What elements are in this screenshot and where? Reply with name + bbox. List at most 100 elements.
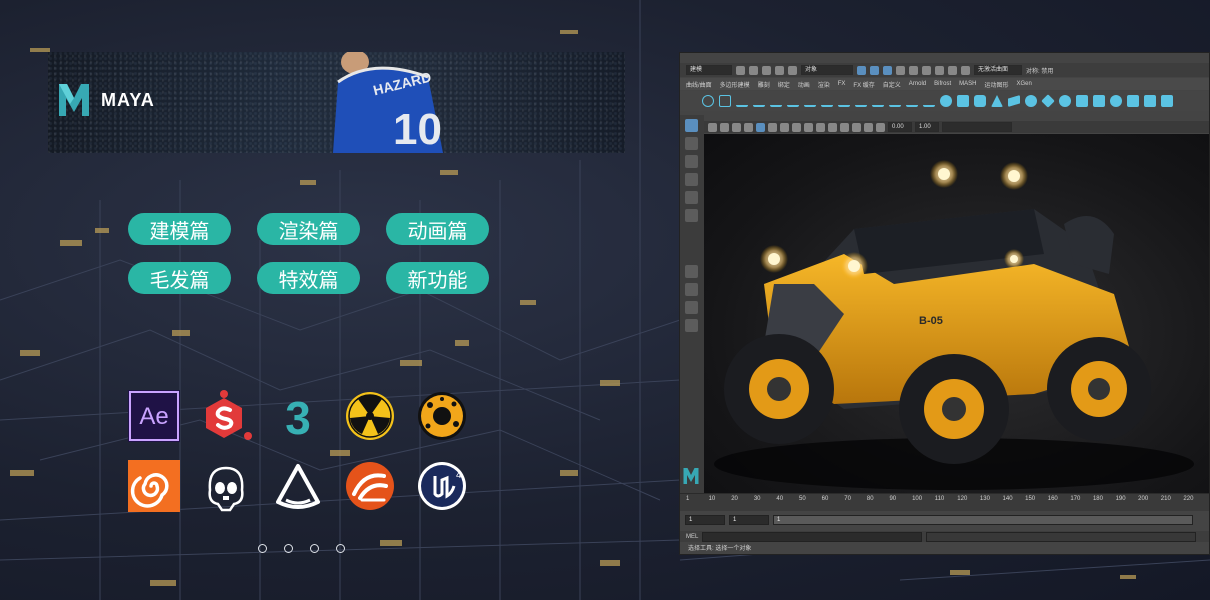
paint-select-tool-icon[interactable]: [685, 155, 698, 168]
snap-grid-icon[interactable]: [896, 65, 905, 75]
shelf-tab[interactable]: Bifrost: [934, 81, 951, 87]
3ds-max-icon[interactable]: 3: [272, 390, 324, 442]
pager-dot[interactable]: [284, 544, 293, 553]
shelf-tab[interactable]: 绑定: [778, 80, 790, 89]
live-surface-field[interactable]: 无激活曲面: [974, 65, 1022, 75]
mode-select[interactable]: 建模: [686, 65, 732, 75]
extrude-icon[interactable]: [1076, 95, 1088, 107]
xray-icon[interactable]: [876, 122, 885, 132]
pager-dot[interactable]: [310, 544, 319, 553]
houdini-icon[interactable]: [128, 460, 180, 512]
pencil-curve-icon[interactable]: [770, 95, 782, 107]
redo-icon[interactable]: [788, 65, 797, 75]
fillet-curve-icon[interactable]: [889, 95, 901, 107]
category-modeling[interactable]: 建模篇: [128, 213, 231, 245]
range-bar[interactable]: 1: [773, 515, 1193, 525]
shelf-tab[interactable]: FX: [838, 81, 846, 87]
detach-curve-icon[interactable]: [838, 95, 850, 107]
square-surface-icon[interactable]: [1144, 95, 1156, 107]
new-scene-icon[interactable]: [736, 65, 745, 75]
symmetry-label[interactable]: 对称: 禁用: [1026, 66, 1053, 75]
shelf-tab[interactable]: 运动图形: [984, 80, 1008, 89]
select-hierarchy-icon[interactable]: [857, 65, 866, 75]
marvelous-designer-icon[interactable]: [344, 460, 396, 512]
camera-select-icon[interactable]: [708, 122, 717, 132]
shelf-tab[interactable]: 自定义: [883, 80, 901, 89]
rotate-tool-icon[interactable]: [685, 191, 698, 204]
select-object-icon[interactable]: [870, 65, 879, 75]
revolve-icon[interactable]: [1059, 95, 1071, 107]
textured-icon[interactable]: [816, 122, 825, 132]
cv-curve-icon[interactable]: [736, 95, 748, 107]
circle-curve-icon[interactable]: [702, 95, 714, 107]
mel-label[interactable]: MEL: [686, 534, 698, 540]
grid-toggle-icon[interactable]: [756, 122, 765, 132]
offset-curve-icon[interactable]: [872, 95, 884, 107]
shelf-tab[interactable]: 雕刻: [758, 80, 770, 89]
shelf-tab[interactable]: Arnold: [909, 81, 926, 87]
bevel-icon[interactable]: [1110, 95, 1122, 107]
resolution-gate-icon[interactable]: [780, 122, 789, 132]
attach-curve-icon[interactable]: [821, 95, 833, 107]
camera-attr-icon[interactable]: [720, 122, 729, 132]
reverse-curve-icon[interactable]: [923, 95, 935, 107]
object-select[interactable]: 对象: [801, 65, 853, 75]
move-tool-icon[interactable]: [685, 173, 698, 186]
arc-curve-icon[interactable]: [787, 95, 799, 107]
bookmark-icon[interactable]: [732, 122, 741, 132]
intersect-icon[interactable]: [1161, 95, 1173, 107]
shelf-tab[interactable]: XGen: [1017, 81, 1032, 87]
category-rendering[interactable]: 渲染篇: [257, 213, 360, 245]
nurbs-cube-icon[interactable]: [957, 95, 969, 107]
nurbs-torus-icon[interactable]: [1025, 95, 1037, 107]
shelf-tab[interactable]: FX 缓存: [853, 80, 874, 89]
save-scene-icon[interactable]: [762, 65, 771, 75]
realflow-icon[interactable]: [416, 390, 468, 442]
render-settings-icon[interactable]: [961, 65, 970, 75]
time-slider[interactable]: 1 10 20 30 40 50 60 70 80 90 100 110 120 130 140 150 160…: [680, 493, 1209, 511]
nurbs-cylinder-icon[interactable]: [974, 95, 986, 107]
nurbs-plane-icon[interactable]: [1008, 95, 1020, 107]
start-frame-field[interactable]: 1: [685, 515, 725, 525]
category-animation[interactable]: 动画篇: [386, 213, 489, 245]
layout-outliner-icon[interactable]: [685, 319, 698, 332]
current-frame-field[interactable]: 1: [729, 515, 769, 525]
loft-icon[interactable]: [1041, 94, 1055, 108]
smooth-shade-icon[interactable]: [804, 122, 813, 132]
maya-banner[interactable]: HAZARD 10 MAYA: [48, 52, 625, 153]
shelf-tab[interactable]: 动画: [798, 80, 810, 89]
boundary-icon[interactable]: [1127, 95, 1139, 107]
square-curve-icon[interactable]: [719, 95, 731, 107]
category-effects[interactable]: 特效篇: [257, 262, 360, 294]
snap-curve-icon[interactable]: [909, 65, 918, 75]
select-component-icon[interactable]: [883, 65, 892, 75]
arnold-icon[interactable]: [272, 460, 324, 512]
ep-curve-icon[interactable]: [753, 95, 765, 107]
viewport[interactable]: B-05: [704, 134, 1209, 496]
film-gate-icon[interactable]: [768, 122, 777, 132]
substance-painter-icon[interactable]: [200, 390, 252, 442]
nuke-icon[interactable]: [344, 390, 396, 442]
wireframe-icon[interactable]: [792, 122, 801, 132]
isolate-icon[interactable]: [864, 122, 873, 132]
after-effects-icon[interactable]: Ae: [128, 390, 180, 442]
layout-single-icon[interactable]: [685, 265, 698, 278]
category-new-features[interactable]: 新功能: [386, 262, 489, 294]
gamma-field[interactable]: 1.00: [915, 122, 939, 132]
shelf-tab[interactable]: 曲线/曲面: [686, 80, 712, 89]
shelf-tab[interactable]: 多边形建模: [720, 80, 750, 89]
color-space-select[interactable]: [942, 122, 1012, 132]
rebuild-curve-icon[interactable]: [855, 95, 867, 107]
exposure-field[interactable]: 0.00: [888, 122, 912, 132]
shelf-tab[interactable]: 渲染: [818, 80, 830, 89]
mel-input[interactable]: [702, 531, 923, 542]
open-scene-icon[interactable]: [749, 65, 758, 75]
undo-icon[interactable]: [775, 65, 784, 75]
snap-point-icon[interactable]: [922, 65, 931, 75]
ipr-render-icon[interactable]: [948, 65, 957, 75]
layout-two-icon[interactable]: [685, 301, 698, 314]
extend-curve-icon[interactable]: [906, 95, 918, 107]
image-plane-icon[interactable]: [744, 122, 753, 132]
bezier-curve-icon[interactable]: [804, 95, 816, 107]
layout-four-icon[interactable]: [685, 283, 698, 296]
